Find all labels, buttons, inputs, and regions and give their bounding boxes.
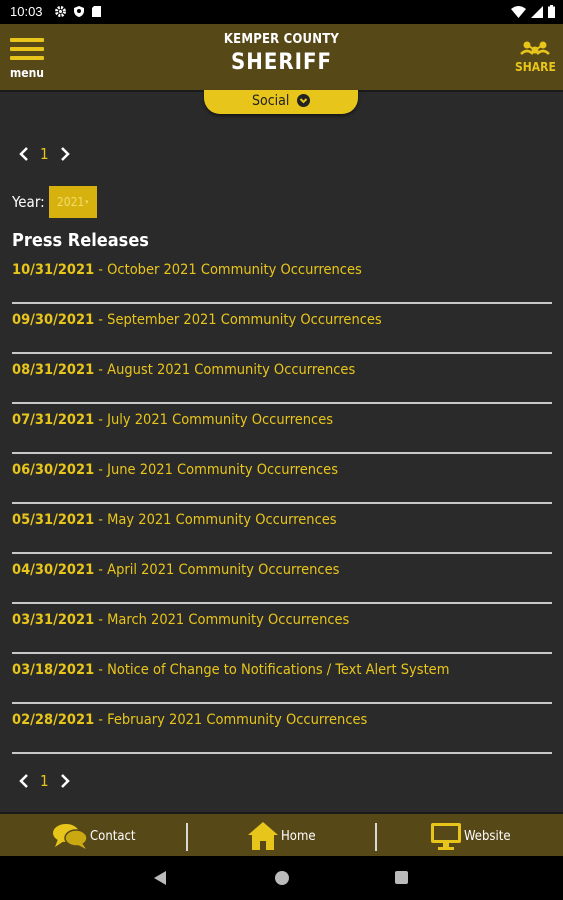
press-release-item[interactable]: 06/30/2021 - June 2021 Community Occurre… — [12, 454, 552, 504]
release-date: 04/30/2021 — [12, 562, 95, 578]
nav-contact[interactable]: Contact — [52, 814, 136, 858]
release-date: 02/28/2021 — [12, 712, 95, 728]
wifi-icon — [511, 5, 526, 18]
release-title: April 2021 Community Occurrences — [107, 562, 340, 578]
year-select-value: 2021 — [56, 195, 85, 209]
release-title: September 2021 Community Occurrences — [107, 312, 382, 328]
pagination-top: 1 — [18, 145, 71, 163]
share-label: SHARE — [515, 60, 556, 74]
release-separator: - — [94, 462, 108, 478]
release-separator: - — [94, 412, 108, 428]
release-separator: - — [94, 562, 108, 578]
release-title: March 2021 Community Occurrences — [107, 612, 350, 628]
press-release-item[interactable]: 04/30/2021 - April 2021 Community Occurr… — [12, 554, 552, 604]
section-title: Press Releases — [12, 230, 149, 251]
chevron-right-icon[interactable] — [59, 146, 71, 162]
press-release-item[interactable]: 05/31/2021 - May 2021 Community Occurren… — [12, 504, 552, 554]
system-nav-bar — [0, 856, 563, 900]
press-release-item[interactable]: 07/31/2021 - July 2021 Community Occurre… — [12, 404, 552, 454]
home-icon — [248, 822, 278, 850]
sd-card-icon — [92, 6, 101, 17]
release-title: February 2021 Community Occurrences — [107, 712, 368, 728]
press-release-item[interactable]: 03/18/2021 - Notice of Change to Notific… — [12, 654, 552, 704]
app-title-sheriff: SHERIFF — [231, 50, 332, 75]
nav-contact-label: Contact — [90, 828, 136, 844]
chevron-down-icon — [296, 94, 310, 107]
page-number[interactable]: 1 — [40, 145, 49, 163]
release-separator: - — [94, 612, 108, 628]
release-separator: - — [94, 512, 108, 528]
social-tab-button[interactable]: Social — [204, 90, 358, 114]
release-title: Notice of Change to Notifications / Text… — [107, 662, 450, 678]
nav-website-label: Website — [464, 828, 511, 844]
year-filter: Year: 2021 ▾ — [12, 186, 97, 218]
share-network-icon — [520, 41, 550, 55]
battery-icon — [548, 5, 555, 18]
recents-square-icon[interactable] — [394, 870, 409, 885]
share-button[interactable]: SHARE — [515, 40, 556, 80]
nav-home-label: Home — [281, 828, 316, 844]
release-separator: - — [94, 712, 108, 728]
monitor-icon — [431, 823, 461, 850]
cell-signal-icon — [531, 5, 543, 18]
social-tab-label: Social — [252, 93, 290, 109]
press-release-item[interactable]: 08/31/2021 - August 2021 Community Occur… — [12, 354, 552, 404]
press-release-list: 10/31/2021 - October 2021 Community Occu… — [12, 254, 552, 754]
shield-icon — [74, 6, 84, 17]
app-header: menu KEMPER COUNTY SHERIFF SHARE — [0, 24, 563, 92]
year-label: Year: — [12, 193, 45, 211]
chat-bubbles-icon — [53, 824, 88, 849]
release-title: June 2021 Community Occurrences — [107, 462, 339, 478]
pagination-bottom: 1 — [18, 772, 71, 790]
press-release-item[interactable]: 03/31/2021 - March 2021 Community Occurr… — [12, 604, 552, 654]
release-title: October 2021 Community Occurrences — [107, 262, 362, 278]
press-release-item[interactable]: 02/28/2021 - February 2021 Community Occ… — [12, 704, 552, 754]
press-release-item[interactable]: 09/30/2021 - September 2021 Community Oc… — [12, 304, 552, 354]
release-title: July 2021 Community Occurrences — [107, 412, 334, 428]
chevron-right-icon[interactable] — [59, 773, 71, 789]
nav-website[interactable]: Website — [430, 814, 511, 858]
app-title-county: KEMPER COUNTY — [223, 32, 340, 47]
release-date: 07/31/2021 — [12, 412, 95, 428]
page-number[interactable]: 1 — [40, 772, 49, 790]
release-date: 03/31/2021 — [12, 612, 95, 628]
status-bar: 10:03 — [0, 0, 563, 24]
press-release-item[interactable]: 10/31/2021 - October 2021 Community Occu… — [12, 254, 552, 304]
release-title: May 2021 Community Occurrences — [107, 512, 337, 528]
release-date: 09/30/2021 — [12, 312, 95, 328]
chevron-left-icon[interactable] — [18, 773, 30, 789]
release-separator: - — [94, 362, 108, 378]
nav-divider — [375, 823, 377, 851]
year-select[interactable]: 2021 ▾ — [48, 186, 97, 218]
release-date: 08/31/2021 — [12, 362, 95, 378]
home-circle-icon[interactable] — [274, 870, 290, 886]
release-date: 06/30/2021 — [12, 462, 95, 478]
nav-divider — [186, 823, 188, 851]
dropdown-arrow-icon: ▾ — [85, 198, 89, 206]
release-date: 05/31/2021 — [12, 512, 95, 528]
back-triangle-icon[interactable] — [153, 870, 167, 886]
release-separator: - — [94, 662, 108, 678]
settings-gear-icon — [55, 6, 66, 17]
release-separator: - — [94, 312, 108, 328]
release-separator: - — [94, 262, 108, 278]
release-title: August 2021 Community Occurrences — [107, 362, 356, 378]
release-date: 10/31/2021 — [12, 262, 95, 278]
nav-home[interactable]: Home — [247, 814, 316, 858]
bottom-nav: Contact Home Website — [0, 812, 563, 858]
status-time: 10:03 — [10, 4, 43, 19]
chevron-left-icon[interactable] — [18, 146, 30, 162]
release-date: 03/18/2021 — [12, 662, 95, 678]
